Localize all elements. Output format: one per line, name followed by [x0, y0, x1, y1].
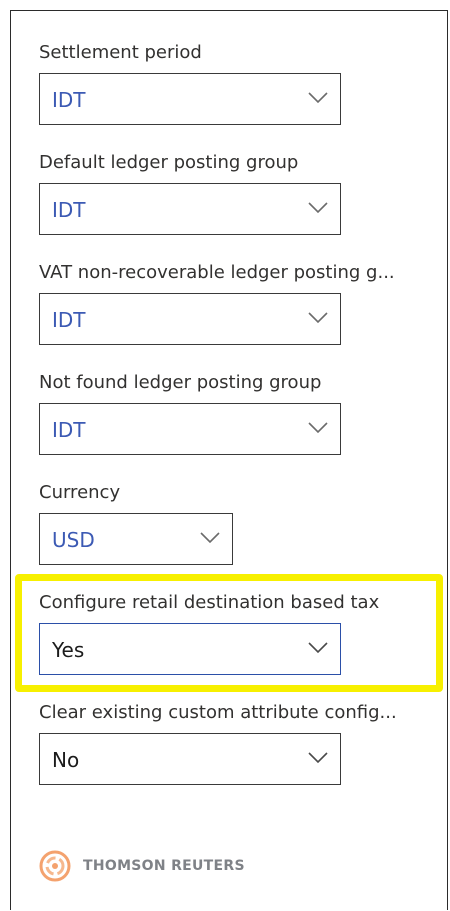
currency-value: USD: [52, 528, 95, 552]
settlement-period-field: Settlement period IDT: [39, 41, 447, 125]
clear-existing-custom-attribute-config-field: Clear existing custom attribute config..…: [39, 701, 447, 785]
footer-brand: THOMSON REUTERS: [39, 849, 245, 883]
configure-retail-destination-based-tax-value: Yes: [52, 638, 85, 662]
chevron-down-icon: [308, 422, 328, 434]
settlement-period-dropdown[interactable]: IDT: [39, 73, 341, 125]
not-found-ledger-posting-group-dropdown[interactable]: IDT: [39, 403, 341, 455]
configure-retail-destination-based-tax-field: Configure retail destination based tax Y…: [39, 591, 447, 675]
vat-non-recoverable-ledger-posting-group-dropdown[interactable]: IDT: [39, 293, 341, 345]
default-ledger-posting-group-value: IDT: [52, 198, 86, 222]
not-found-ledger-posting-group-label: Not found ledger posting group: [39, 372, 322, 393]
configure-retail-destination-based-tax-label: Configure retail destination based tax: [39, 592, 380, 613]
currency-dropdown[interactable]: USD: [39, 513, 233, 565]
chevron-down-icon: [308, 752, 328, 764]
brand-name: THOMSON REUTERS: [83, 858, 245, 874]
chevron-down-icon: [308, 202, 328, 214]
clear-existing-custom-attribute-config-label: Clear existing custom attribute config..…: [39, 702, 397, 723]
chevron-down-icon: [308, 92, 328, 104]
default-ledger-posting-group-label: Default ledger posting group: [39, 152, 299, 173]
configure-retail-destination-based-tax-dropdown[interactable]: Yes: [39, 623, 341, 675]
settings-panel: Settlement period IDT Default ledger pos…: [10, 10, 448, 910]
chevron-down-icon: [200, 532, 220, 544]
settlement-period-value: IDT: [52, 88, 86, 112]
settlement-period-label: Settlement period: [39, 42, 202, 63]
clear-existing-custom-attribute-config-value: No: [52, 748, 80, 772]
not-found-ledger-posting-group-field: Not found ledger posting group IDT: [39, 371, 447, 455]
currency-label: Currency: [39, 482, 121, 503]
default-ledger-posting-group-dropdown[interactable]: IDT: [39, 183, 341, 235]
chevron-down-icon: [308, 312, 328, 324]
vat-non-recoverable-ledger-posting-group-value: IDT: [52, 308, 86, 332]
thomson-reuters-logo-icon: [39, 850, 71, 882]
vat-non-recoverable-ledger-posting-group-label: VAT non-recoverable ledger posting g...: [39, 262, 395, 283]
not-found-ledger-posting-group-value: IDT: [52, 418, 86, 442]
currency-field: Currency USD: [39, 481, 447, 565]
chevron-down-icon: [308, 642, 328, 654]
default-ledger-posting-group-field: Default ledger posting group IDT: [39, 151, 447, 235]
vat-non-recoverable-ledger-posting-group-field: VAT non-recoverable ledger posting g... …: [39, 261, 447, 345]
clear-existing-custom-attribute-config-dropdown[interactable]: No: [39, 733, 341, 785]
